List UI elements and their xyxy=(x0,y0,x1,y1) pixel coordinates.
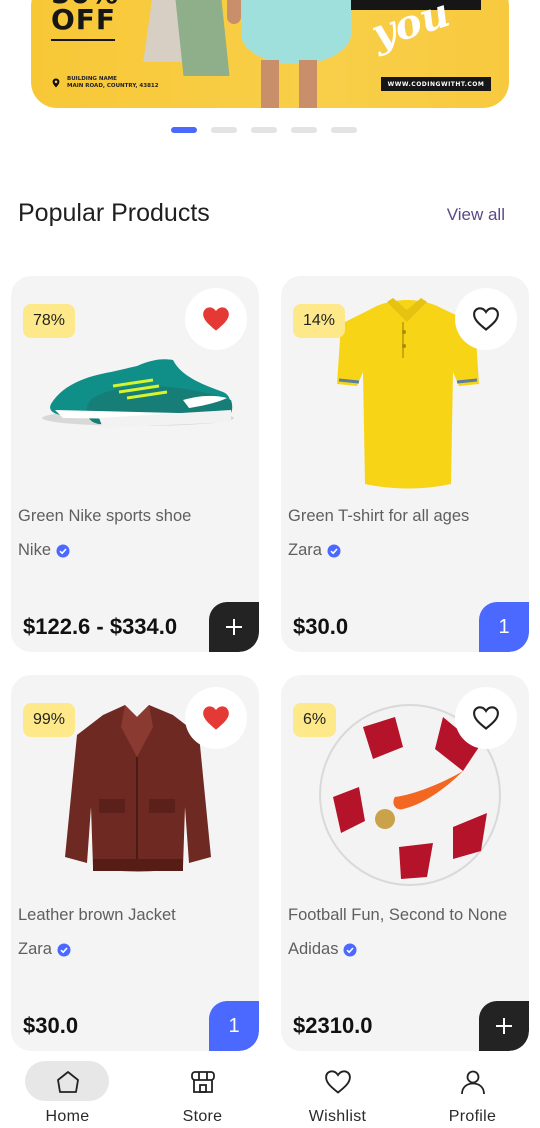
favorite-button[interactable] xyxy=(455,687,517,749)
favorite-button[interactable] xyxy=(185,687,247,749)
product-brand: Zara xyxy=(18,940,71,959)
model-leg-image xyxy=(299,60,317,108)
favorite-button[interactable] xyxy=(185,288,247,350)
nav-item-home[interactable]: Home xyxy=(0,1055,135,1128)
carousel-dot[interactable] xyxy=(171,127,197,133)
promo-banner[interactable]: 50% OFF you BUILDING NAME MAIN ROAD, COU… xyxy=(31,0,509,108)
nav-item-store[interactable]: Store xyxy=(135,1055,270,1128)
add-to-cart-button[interactable] xyxy=(209,602,259,652)
brand-name[interactable]: Zara xyxy=(18,940,52,959)
carousel-dot[interactable] xyxy=(211,127,237,133)
product-price: $30.0 xyxy=(23,1013,79,1038)
product-title[interactable]: Football Fun, Second to None xyxy=(288,906,507,925)
location-pin-icon xyxy=(52,78,60,88)
product-title[interactable]: Leather brown Jacket xyxy=(18,906,176,925)
favorite-button[interactable] xyxy=(455,288,517,350)
cart-quantity-button[interactable]: 1 xyxy=(209,1001,259,1051)
heart-outline-icon xyxy=(473,307,499,331)
banner-script-text: you xyxy=(365,0,456,59)
nav-label: Profile xyxy=(448,1108,497,1125)
product-brand: Adidas xyxy=(288,940,357,959)
model-arm-image xyxy=(227,0,241,24)
product-card[interactable]: 14% Green T-shirt for all ages Zara $30.… xyxy=(281,276,529,652)
plus-icon xyxy=(496,1018,512,1034)
discount-badge: 6% xyxy=(293,703,337,737)
nav-label: Wishlist xyxy=(308,1108,367,1125)
brand-name[interactable]: Adidas xyxy=(288,940,338,959)
banner-off-text: OFF xyxy=(51,3,117,36)
banner-address: BUILDING NAME MAIN ROAD, COUNTRY, 43812 xyxy=(51,76,159,90)
plus-icon xyxy=(226,619,242,635)
verified-badge-icon xyxy=(343,943,357,956)
discount-badge: 78% xyxy=(23,304,76,338)
product-brand: Nike xyxy=(18,541,70,560)
carousel-dot[interactable] xyxy=(291,127,317,133)
discount-badge: 14% xyxy=(293,304,346,338)
product-card[interactable]: 6% Football Fun, Second to None Adidas $… xyxy=(281,675,529,1051)
nav-item-profile[interactable]: Profile xyxy=(405,1055,540,1128)
nav-label: Store xyxy=(182,1108,223,1125)
store-icon xyxy=(188,1067,218,1097)
carousel-dot[interactable] xyxy=(251,127,277,133)
model-leg-image xyxy=(261,60,279,108)
nav-item-wishlist[interactable]: Wishlist xyxy=(270,1055,405,1128)
product-title[interactable]: Green Nike sports shoe xyxy=(18,507,191,526)
product-price: $2310.0 xyxy=(293,1013,373,1038)
heart-filled-icon xyxy=(203,706,229,730)
product-title[interactable]: Green T-shirt for all ages xyxy=(288,507,469,526)
carousel-indicator xyxy=(171,127,357,133)
product-price: $30.0 xyxy=(293,614,349,639)
brand-name[interactable]: Zara xyxy=(288,541,322,560)
nav-label: Home xyxy=(45,1108,90,1125)
carousel-dot[interactable] xyxy=(331,127,357,133)
heart-outline-icon xyxy=(473,706,499,730)
banner-underline xyxy=(51,39,115,41)
verified-badge-icon xyxy=(57,943,71,956)
bottom-navigation: Home Store Wishlist Profile xyxy=(0,1055,540,1128)
discount-badge: 99% xyxy=(23,703,76,737)
heart-icon xyxy=(323,1067,353,1097)
section-title: Popular Products xyxy=(18,199,210,227)
product-brand: Zara xyxy=(288,541,341,560)
banner-website: WWW.CODINGWITHT.COM xyxy=(381,77,491,91)
heart-filled-icon xyxy=(203,307,229,331)
banner-address-line2: MAIN ROAD, COUNTRY, 43812 xyxy=(67,83,159,89)
product-card[interactable]: 78% Green Nike sports shoe Nike $122.6 -… xyxy=(11,276,259,652)
shopping-bag-image xyxy=(174,0,230,76)
user-icon xyxy=(458,1067,488,1097)
verified-badge-icon xyxy=(56,544,70,557)
cart-quantity-button[interactable]: 1 xyxy=(479,602,529,652)
app-screen: 50% OFF you BUILDING NAME MAIN ROAD, COU… xyxy=(0,0,540,1128)
verified-badge-icon xyxy=(327,544,341,557)
home-icon xyxy=(53,1067,83,1097)
product-card[interactable]: 99% Leather brown Jacket Zara $30.0 1 xyxy=(11,675,259,1051)
product-price: $122.6 - $334.0 xyxy=(23,614,178,639)
add-to-cart-button[interactable] xyxy=(479,1001,529,1051)
brand-name[interactable]: Nike xyxy=(18,541,51,560)
banner-address-line1: BUILDING NAME xyxy=(67,76,117,82)
model-dress-image xyxy=(241,0,351,64)
view-all-link[interactable]: View all xyxy=(447,205,505,225)
